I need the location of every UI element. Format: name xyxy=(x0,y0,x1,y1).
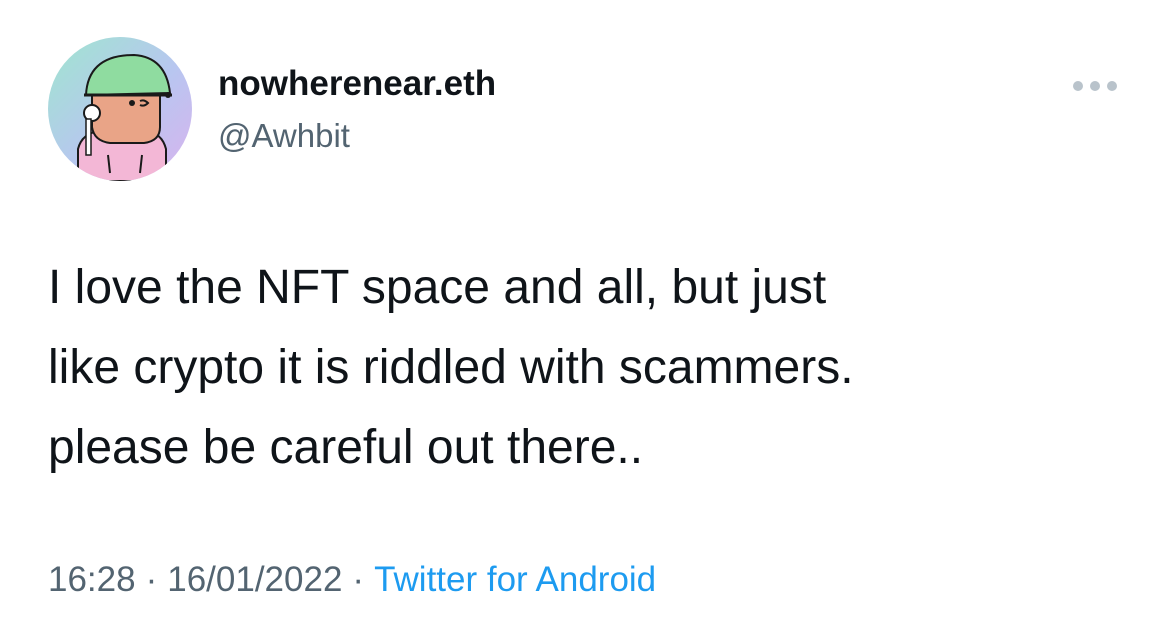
user-handle[interactable]: @Awhbit xyxy=(218,114,350,158)
tweet-text: I love the NFT space and all, but just l… xyxy=(48,248,1128,488)
display-name[interactable]: nowherenear.eth xyxy=(218,62,496,106)
tweet-date[interactable]: 16/01/2022 xyxy=(167,560,342,599)
tweet-card: nowherenear.eth @Awhbit I love the NFT s… xyxy=(0,0,1170,633)
tweet-text-line: please be careful out there.. xyxy=(48,421,644,474)
tweet-text-line: like crypto it is riddled with scammers. xyxy=(48,341,854,394)
tweet-time[interactable]: 16:28 xyxy=(48,560,136,599)
tweet-source-link[interactable]: Twitter for Android xyxy=(374,560,656,599)
nft-avatar-image xyxy=(48,37,192,181)
avatar[interactable] xyxy=(48,37,192,181)
tweet-text-line: I love the NFT space and all, but just xyxy=(48,261,827,314)
separator-dot: · xyxy=(145,560,158,599)
tweet-metadata: 16:28 · 16/01/2022 · Twitter for Android xyxy=(48,556,656,604)
more-options-button[interactable] xyxy=(1068,70,1122,102)
more-horizontal-icon xyxy=(1073,81,1117,91)
separator-dot: · xyxy=(352,560,365,599)
